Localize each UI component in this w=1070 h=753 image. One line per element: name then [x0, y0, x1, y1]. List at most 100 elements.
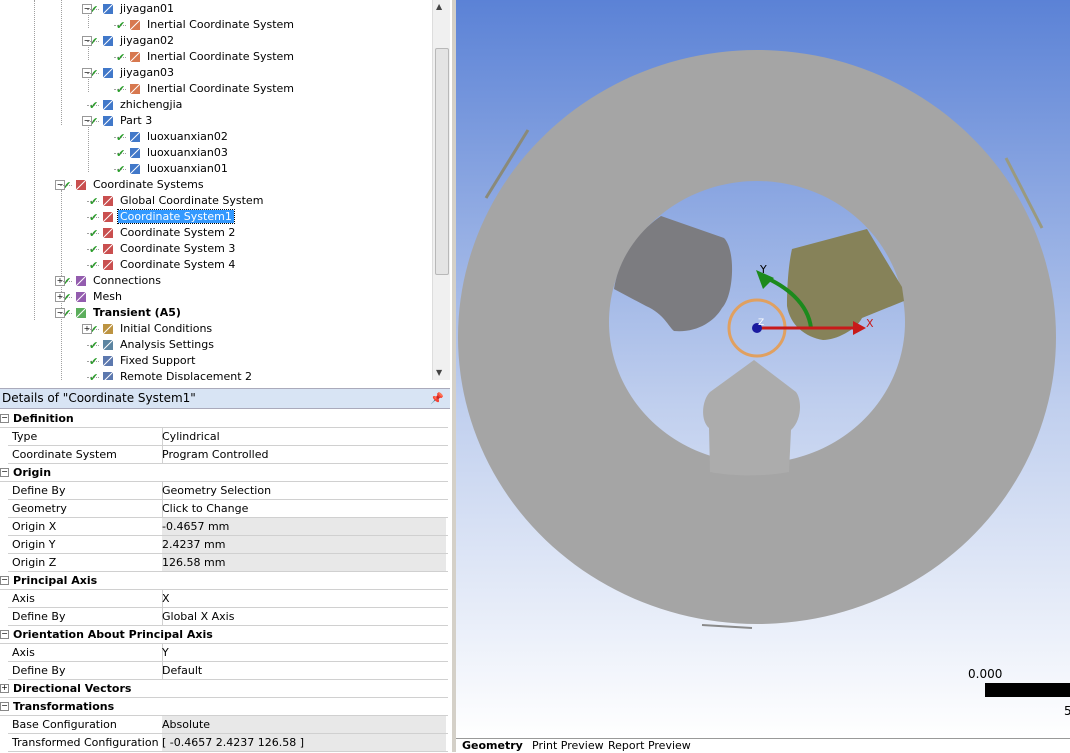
tree-node-icon — [128, 18, 142, 32]
tree-node-label: Analysis Settings — [120, 338, 214, 351]
collapse-icon[interactable]: − — [0, 468, 9, 477]
tree-node[interactable]: Remote Displacement 2 — [101, 369, 254, 380]
tree-node[interactable]: Initial Conditions — [101, 321, 214, 337]
tree-node[interactable]: Coordinate System 4 — [101, 257, 237, 273]
tree-line — [87, 105, 99, 106]
property-value[interactable]: Global X Axis — [162, 608, 446, 625]
collapse-icon[interactable]: − — [0, 576, 9, 585]
outline-tree[interactable]: jiyagan01 ✔ − Inertial Coordinate System ✔ ji… — [0, 0, 432, 380]
tree-node-label: luoxuanxian02 — [147, 130, 228, 143]
tree-node[interactable]: jiyagan03 — [101, 65, 176, 81]
property-name: Origin X — [8, 518, 163, 535]
collapse-icon[interactable]: − — [0, 630, 9, 639]
details-group-label: Principal Axis — [13, 574, 98, 587]
details-row[interactable]: Axis X — [8, 590, 448, 608]
details-row[interactable]: Geometry Click to Change — [8, 500, 448, 518]
tree-node-icon — [101, 242, 115, 256]
tab-report-preview[interactable]: Report Preview — [608, 739, 691, 753]
tab-geometry[interactable]: Geometry — [462, 739, 523, 753]
details-group[interactable]: − Definition — [0, 410, 448, 428]
details-row[interactable]: Origin Y 2.4237 mm — [8, 536, 448, 554]
property-value[interactable]: -0.4657 mm — [162, 518, 446, 535]
tree-line — [60, 185, 72, 186]
details-group[interactable]: − Transformations — [0, 698, 448, 716]
details-row[interactable]: Type Cylindrical — [8, 428, 448, 446]
property-value[interactable]: 126.58 mm — [162, 554, 446, 571]
property-name: Coordinate System — [8, 446, 163, 463]
tree-node[interactable]: jiyagan02 — [101, 33, 176, 49]
property-value[interactable]: Geometry Selection — [162, 482, 446, 499]
property-value[interactable]: 2.4237 mm — [162, 536, 446, 553]
tab-print-preview[interactable]: Print Preview — [532, 739, 604, 753]
property-value[interactable]: Click to Change — [162, 500, 446, 517]
expand-icon[interactable]: + — [0, 684, 9, 693]
property-value[interactable]: [ -0.4657 2.4237 126.58 ] — [162, 734, 446, 751]
details-group[interactable]: − Orientation About Principal Axis — [0, 626, 448, 644]
scrollbar-thumb[interactable] — [435, 48, 449, 275]
graphics-viewport[interactable]: Y X Z — [456, 0, 1070, 738]
tree-node[interactable]: luoxuanxian03 — [128, 145, 230, 161]
tree-node-icon — [101, 226, 115, 240]
tree-node[interactable]: Inertial Coordinate System — [128, 81, 296, 97]
tree-line — [114, 137, 126, 138]
tree-node-label: Coordinate Systems — [93, 178, 204, 191]
tree-node-label: Coordinate System1 — [117, 209, 235, 224]
collapse-icon[interactable]: − — [0, 414, 9, 423]
tree-node[interactable]: Coordinate System 2 — [101, 225, 237, 241]
tree-node[interactable]: luoxuanxian02 — [128, 129, 230, 145]
details-row[interactable]: Define By Global X Axis — [8, 608, 448, 626]
tree-node-label: Mesh — [93, 290, 122, 303]
tree-line — [114, 57, 126, 58]
tree-node[interactable]: luoxuanxian01 — [128, 161, 230, 177]
pin-icon[interactable]: 📌 — [430, 389, 444, 408]
property-value[interactable]: X — [162, 590, 446, 607]
tree-node[interactable]: Connections — [74, 273, 163, 289]
tree-node[interactable]: Coordinate System 3 — [101, 241, 237, 257]
details-row[interactable]: Origin Z 126.58 mm — [8, 554, 448, 572]
property-value[interactable]: Absolute — [162, 716, 446, 733]
details-group[interactable]: − Origin — [0, 464, 448, 482]
property-value[interactable]: Cylindrical — [162, 428, 446, 445]
tree-node-label: Coordinate System 4 — [120, 258, 236, 271]
property-name: Axis — [8, 590, 163, 607]
scroll-up-icon[interactable]: ▲ — [436, 2, 442, 11]
tree-node[interactable]: Inertial Coordinate System — [128, 49, 296, 65]
details-row[interactable]: Define By Geometry Selection — [8, 482, 448, 500]
property-value[interactable]: Y — [162, 644, 446, 661]
tree-node[interactable]: Mesh — [74, 289, 124, 305]
tree-node[interactable]: zhichengjia — [101, 97, 184, 113]
tree-node[interactable]: Coordinate Systems — [74, 177, 206, 193]
details-row[interactable]: Base Configuration Absolute — [8, 716, 448, 734]
details-group[interactable]: − Principal Axis — [0, 572, 448, 590]
property-name: Define By — [8, 608, 163, 625]
details-group-label: Orientation About Principal Axis — [13, 628, 213, 641]
tree-line — [114, 153, 126, 154]
details-row[interactable]: Axis Y — [8, 644, 448, 662]
tree-node[interactable]: Fixed Support — [101, 353, 198, 369]
property-value[interactable]: Default — [162, 662, 446, 679]
tree-node[interactable]: Analysis Settings — [101, 337, 216, 353]
details-row[interactable]: Define By Default — [8, 662, 448, 680]
tree-node[interactable]: Inertial Coordinate System — [128, 17, 296, 33]
tree-node-label: luoxuanxian01 — [147, 162, 228, 175]
tree-line — [60, 281, 72, 282]
tree-node[interactable]: jiyagan01 — [101, 1, 176, 17]
tree-node[interactable]: Transient (A5) — [74, 305, 183, 321]
details-row[interactable]: Coordinate System Program Controlled — [8, 446, 448, 464]
property-name: Origin Z — [8, 554, 163, 571]
tree-node-icon — [74, 290, 88, 304]
tree-node[interactable]: Part 3 — [101, 113, 154, 129]
left-panel: jiyagan01 ✔ − Inertial Coordinate System ✔ ji… — [0, 0, 452, 752]
tree-node[interactable]: Coordinate System1 — [101, 209, 235, 225]
property-value[interactable]: Program Controlled — [162, 446, 446, 463]
scroll-down-icon[interactable]: ▼ — [436, 368, 442, 377]
tree-line — [87, 377, 99, 378]
details-row[interactable]: Transformed Configuration[ -0.4657 2.423… — [8, 734, 448, 752]
tree-scrollbar[interactable]: ▲ ▼ — [432, 0, 450, 380]
tree-node-label: jiyagan03 — [120, 66, 175, 79]
collapse-icon[interactable]: − — [0, 702, 9, 711]
details-group[interactable]: + Directional Vectors — [0, 680, 448, 698]
property-name: Transformed Configuration — [8, 734, 163, 751]
tree-node[interactable]: Global Coordinate System — [101, 193, 265, 209]
details-row[interactable]: Origin X -0.4657 mm — [8, 518, 448, 536]
